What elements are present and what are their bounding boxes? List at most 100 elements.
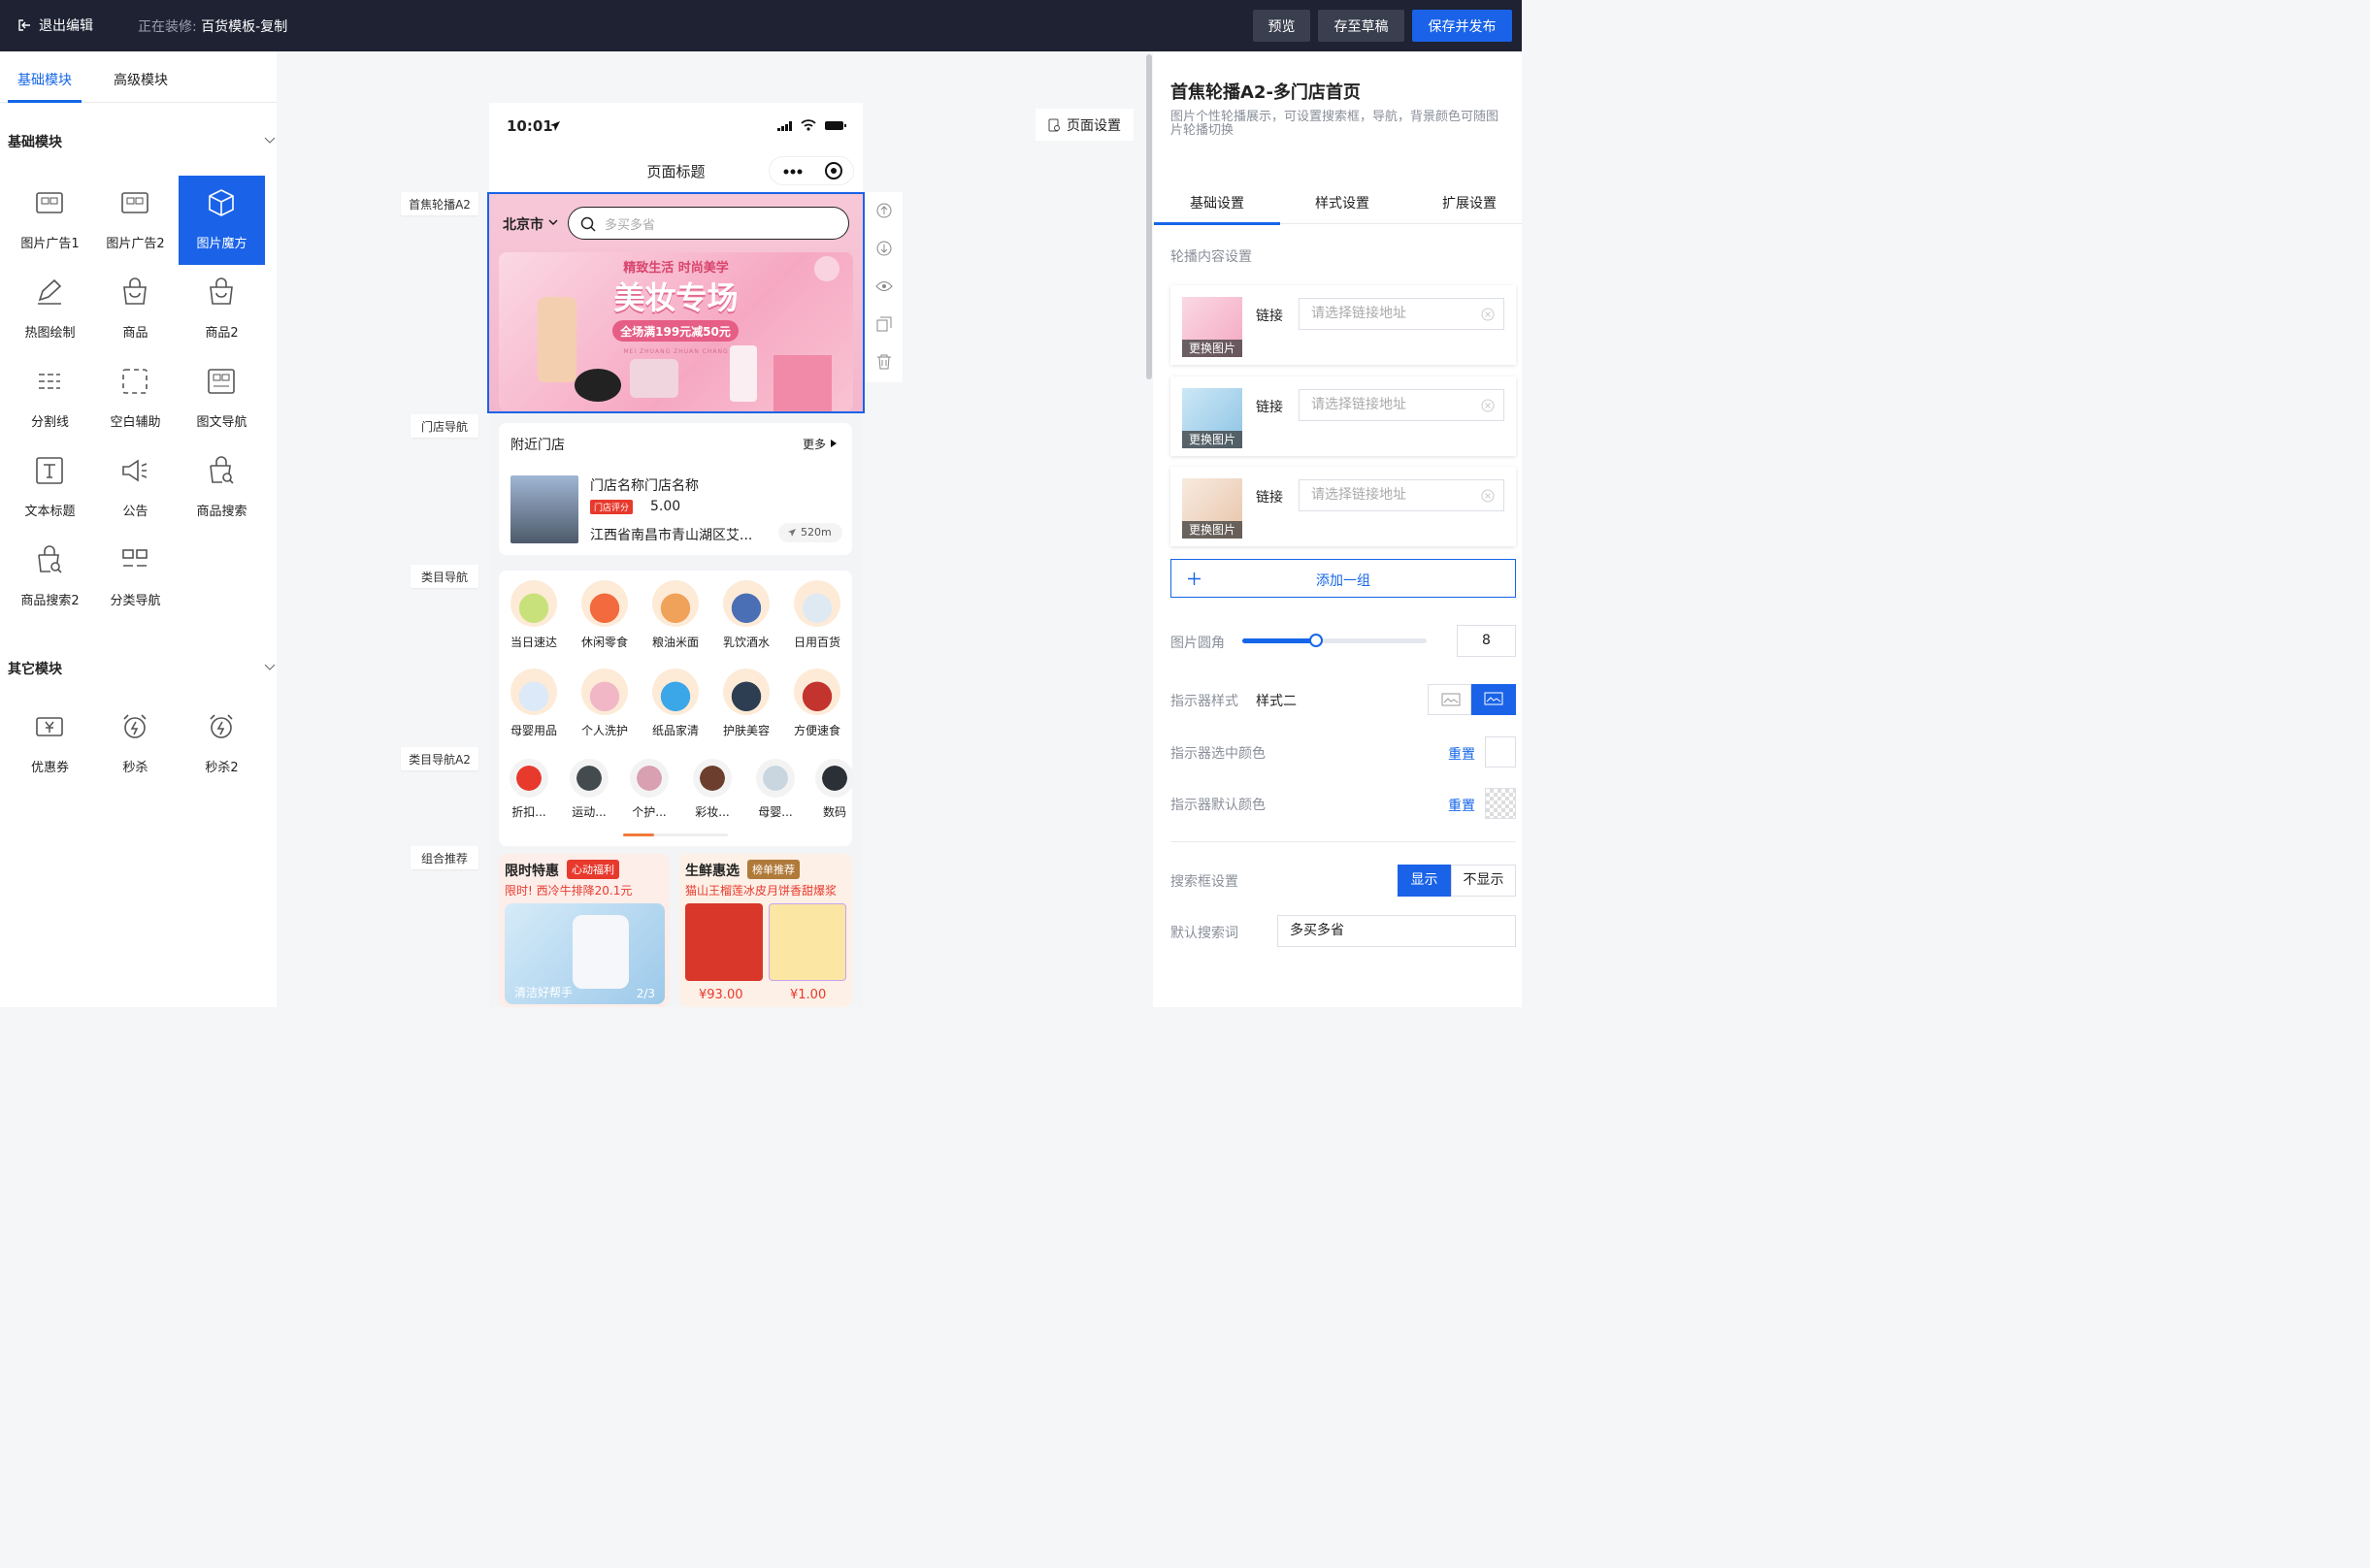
category-grain-oil[interactable]: 粮油米面 [645, 580, 706, 650]
tab-advanced-modules[interactable]: 高级模块 [114, 70, 168, 89]
component-label-store-nav[interactable]: 门店导航 [411, 414, 478, 438]
change-image-button[interactable]: 更换图片 [1182, 340, 1242, 357]
fresh-product-2-image[interactable] [769, 903, 846, 981]
radius-slider-track[interactable] [1242, 634, 1427, 647]
category-baby[interactable]: 母婴用品 [504, 669, 564, 738]
category-nav-card: 当日速达 休闲零食 粮油米面 乳饮酒水 日用百货母婴用品 个人洗护 纸品家清 护肤美容 方便速食… [499, 571, 854, 846]
default-color-swatch[interactable] [1485, 788, 1516, 819]
reset-default-color-link[interactable]: 重置 [1448, 796, 1475, 815]
carousel-item-thumbnail[interactable]: 更换图片 [1182, 388, 1242, 448]
category-paper-cleaning[interactable]: 纸品家清 [645, 669, 706, 738]
radius-slider-handle[interactable] [1309, 634, 1323, 647]
move-up-icon[interactable] [876, 203, 892, 218]
category-personal-care[interactable]: 个人洗护 [575, 669, 635, 738]
category2-baby[interactable]: 母婴... [747, 759, 804, 820]
save-draft-button[interactable]: 存至草稿 [1318, 10, 1404, 42]
indicator-style-two-option[interactable] [1471, 684, 1516, 715]
category-image [794, 669, 840, 715]
reset-active-color-link[interactable]: 重置 [1448, 744, 1475, 764]
component-label-category-nav[interactable]: 类目导航 [411, 565, 478, 588]
module-label: 商品2 [205, 326, 239, 341]
category2-digital[interactable]: 数码 [806, 759, 863, 820]
tab-extend-settings[interactable]: 扩展设置 [1442, 193, 1497, 212]
preview-button[interactable]: 预览 [1253, 10, 1310, 42]
category2-sports[interactable]: 运动... [561, 759, 617, 820]
module-coupon[interactable]: 优惠券 [7, 700, 93, 789]
store-name[interactable]: 门店名称门店名称 [590, 475, 699, 495]
close-mini-icon[interactable] [824, 161, 843, 180]
carousel-item-thumbnail[interactable]: 更换图片 [1182, 297, 1242, 357]
category-skincare[interactable]: 护肤美容 [716, 669, 776, 738]
category-instant-food[interactable]: 方便速食 [787, 669, 847, 738]
clear-icon[interactable] [1481, 489, 1495, 503]
module-text-title[interactable]: 文本标题 [7, 443, 93, 533]
module-divider[interactable]: 分割线 [7, 354, 93, 443]
exit-edit-button[interactable]: 退出编辑 [17, 16, 93, 35]
indicator-style-one-option[interactable] [1428, 684, 1471, 715]
module-category-nav[interactable]: 分类导航 [92, 533, 179, 622]
store-photo[interactable] [510, 475, 578, 543]
trash-icon[interactable] [876, 354, 892, 370]
chevron-down-icon[interactable] [264, 664, 276, 671]
module-notice[interactable]: 公告 [92, 443, 179, 533]
page-settings-button[interactable]: 页面设置 [1036, 109, 1134, 141]
category-same-day[interactable]: 当日速达 [504, 580, 564, 650]
link-input[interactable]: 请选择链接地址 [1299, 479, 1504, 511]
module-product-search[interactable]: 商品搜索 [179, 443, 265, 533]
move-down-icon[interactable] [876, 241, 892, 256]
category2-personal[interactable]: 个护... [621, 759, 677, 820]
copy-icon[interactable] [876, 316, 892, 332]
fresh-deal-card[interactable]: 生鲜惠选 榜单推荐 猫山王榴莲冰皮月饼香甜爆浆 ¥93.00 ¥1.00 [679, 854, 852, 1007]
category-drinks[interactable]: 乳饮酒水 [716, 580, 776, 650]
chevron-down-icon[interactable] [264, 137, 276, 145]
category-daily[interactable]: 日用百货 [787, 580, 847, 650]
module-flash-sale[interactable]: 秒杀 [92, 700, 179, 789]
module-hotspot[interactable]: 热图绘制 [7, 265, 93, 354]
active-color-swatch[interactable] [1485, 736, 1516, 768]
canvas-scrollbar[interactable] [1146, 54, 1152, 379]
carousel-item-thumbnail[interactable]: 更换图片 [1182, 478, 1242, 539]
module-blank[interactable]: 空白辅助 [92, 354, 179, 443]
show-search-option[interactable]: 显示 [1398, 865, 1451, 897]
fresh-product-1-price: ¥93.00 [699, 988, 743, 1002]
tab-basic-settings[interactable]: 基础设置 [1190, 193, 1244, 212]
exit-icon [18, 19, 30, 31]
fresh-product-1-image[interactable] [685, 903, 763, 981]
module-image-text-nav[interactable]: 图文导航 [179, 354, 265, 443]
module-product[interactable]: 商品 [92, 265, 179, 354]
module-product-search-2[interactable]: 商品搜索2 [7, 533, 93, 622]
category2-makeup[interactable]: 彩妆... [684, 759, 741, 820]
status-time: 10:01 [507, 117, 553, 135]
component-label-combo[interactable]: 组合推荐 [411, 846, 478, 869]
save-publish-button[interactable]: 保存并发布 [1412, 10, 1512, 42]
change-image-button[interactable]: 更换图片 [1182, 431, 1242, 448]
clear-icon[interactable] [1481, 308, 1495, 321]
eye-icon[interactable] [875, 280, 893, 292]
tab-basic-modules[interactable]: 基础模块 [17, 70, 72, 89]
module-image-ad-1[interactable]: 图片广告1 [7, 176, 93, 265]
category2-discount[interactable]: 折扣... [501, 759, 557, 820]
component-label-carousel[interactable]: 首焦轮播A2 [401, 192, 478, 215]
flash-deal-image[interactable]: 清洁好帮手 2/3 [505, 903, 665, 1004]
change-image-button[interactable]: 更换图片 [1182, 521, 1242, 539]
module-product-2[interactable]: 商品2 [179, 265, 265, 354]
radius-input[interactable]: 8 [1457, 625, 1516, 657]
flash-deal-card[interactable]: 限时特惠 心动福利 限时! 西冷牛排降20.1元 清洁好帮手 2/3 [499, 854, 670, 1007]
category-label: 纸品家清 [651, 724, 699, 737]
clear-icon[interactable] [1481, 399, 1495, 412]
add-group-button[interactable]: 添加一组 [1170, 559, 1516, 598]
component-label-category-nav-a2[interactable]: 类目导航A2 [401, 747, 478, 770]
link-input[interactable]: 请选择链接地址 [1299, 298, 1504, 330]
module-image-ad-2[interactable]: 图片广告2 [92, 176, 179, 265]
more-dots-icon[interactable] [783, 169, 803, 175]
default-search-input[interactable]: 多买多省 [1277, 915, 1516, 947]
tab-style-settings[interactable]: 样式设置 [1315, 193, 1369, 212]
search-settings-label: 搜索框设置 [1170, 874, 1238, 890]
hide-search-option[interactable]: 不显示 [1451, 865, 1516, 897]
category-image [581, 669, 628, 715]
category-snacks[interactable]: 休闲零食 [575, 580, 635, 650]
link-input[interactable]: 请选择链接地址 [1299, 389, 1504, 421]
module-image-cube[interactable]: 图片魔方 [179, 176, 265, 265]
module-flash-sale-2[interactable]: 秒杀2 [179, 700, 265, 789]
more-link[interactable]: 更多 [803, 436, 826, 452]
